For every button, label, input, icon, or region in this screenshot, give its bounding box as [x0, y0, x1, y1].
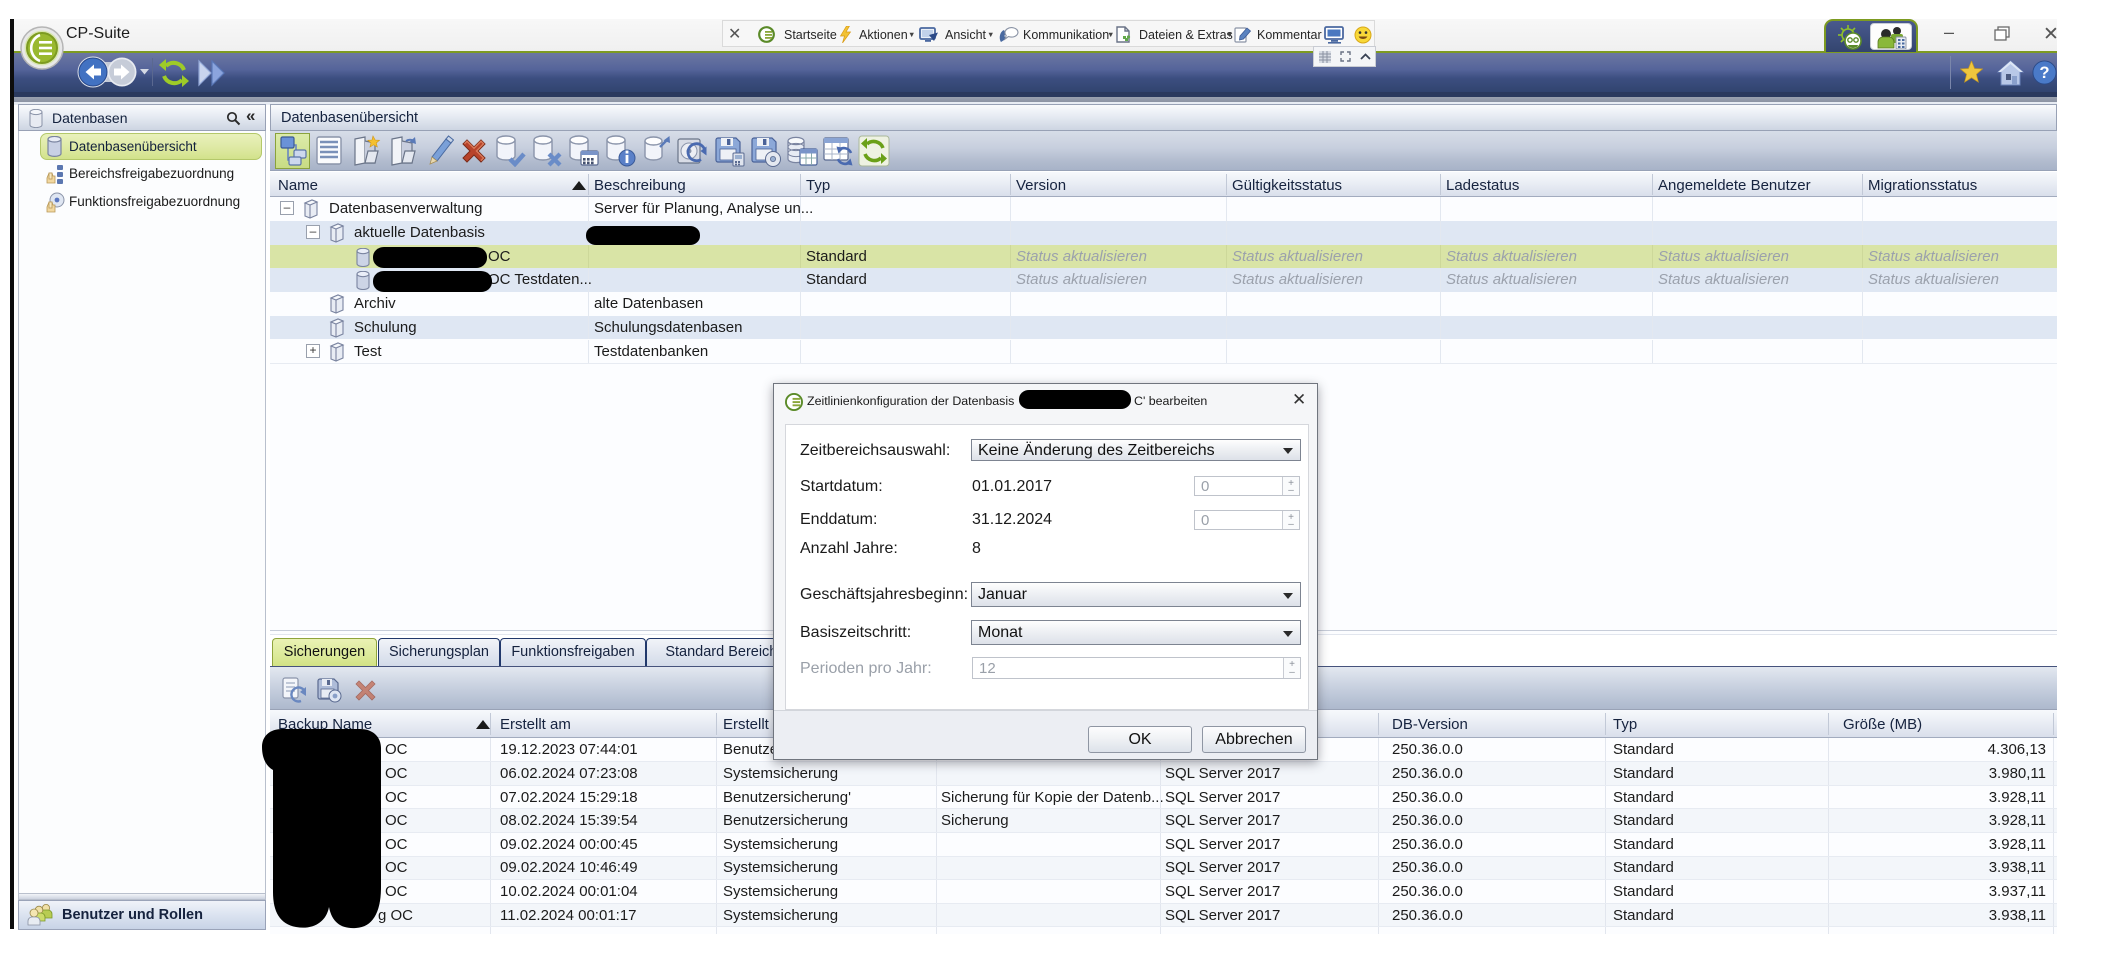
svg-text:?: ?	[2039, 63, 2049, 82]
